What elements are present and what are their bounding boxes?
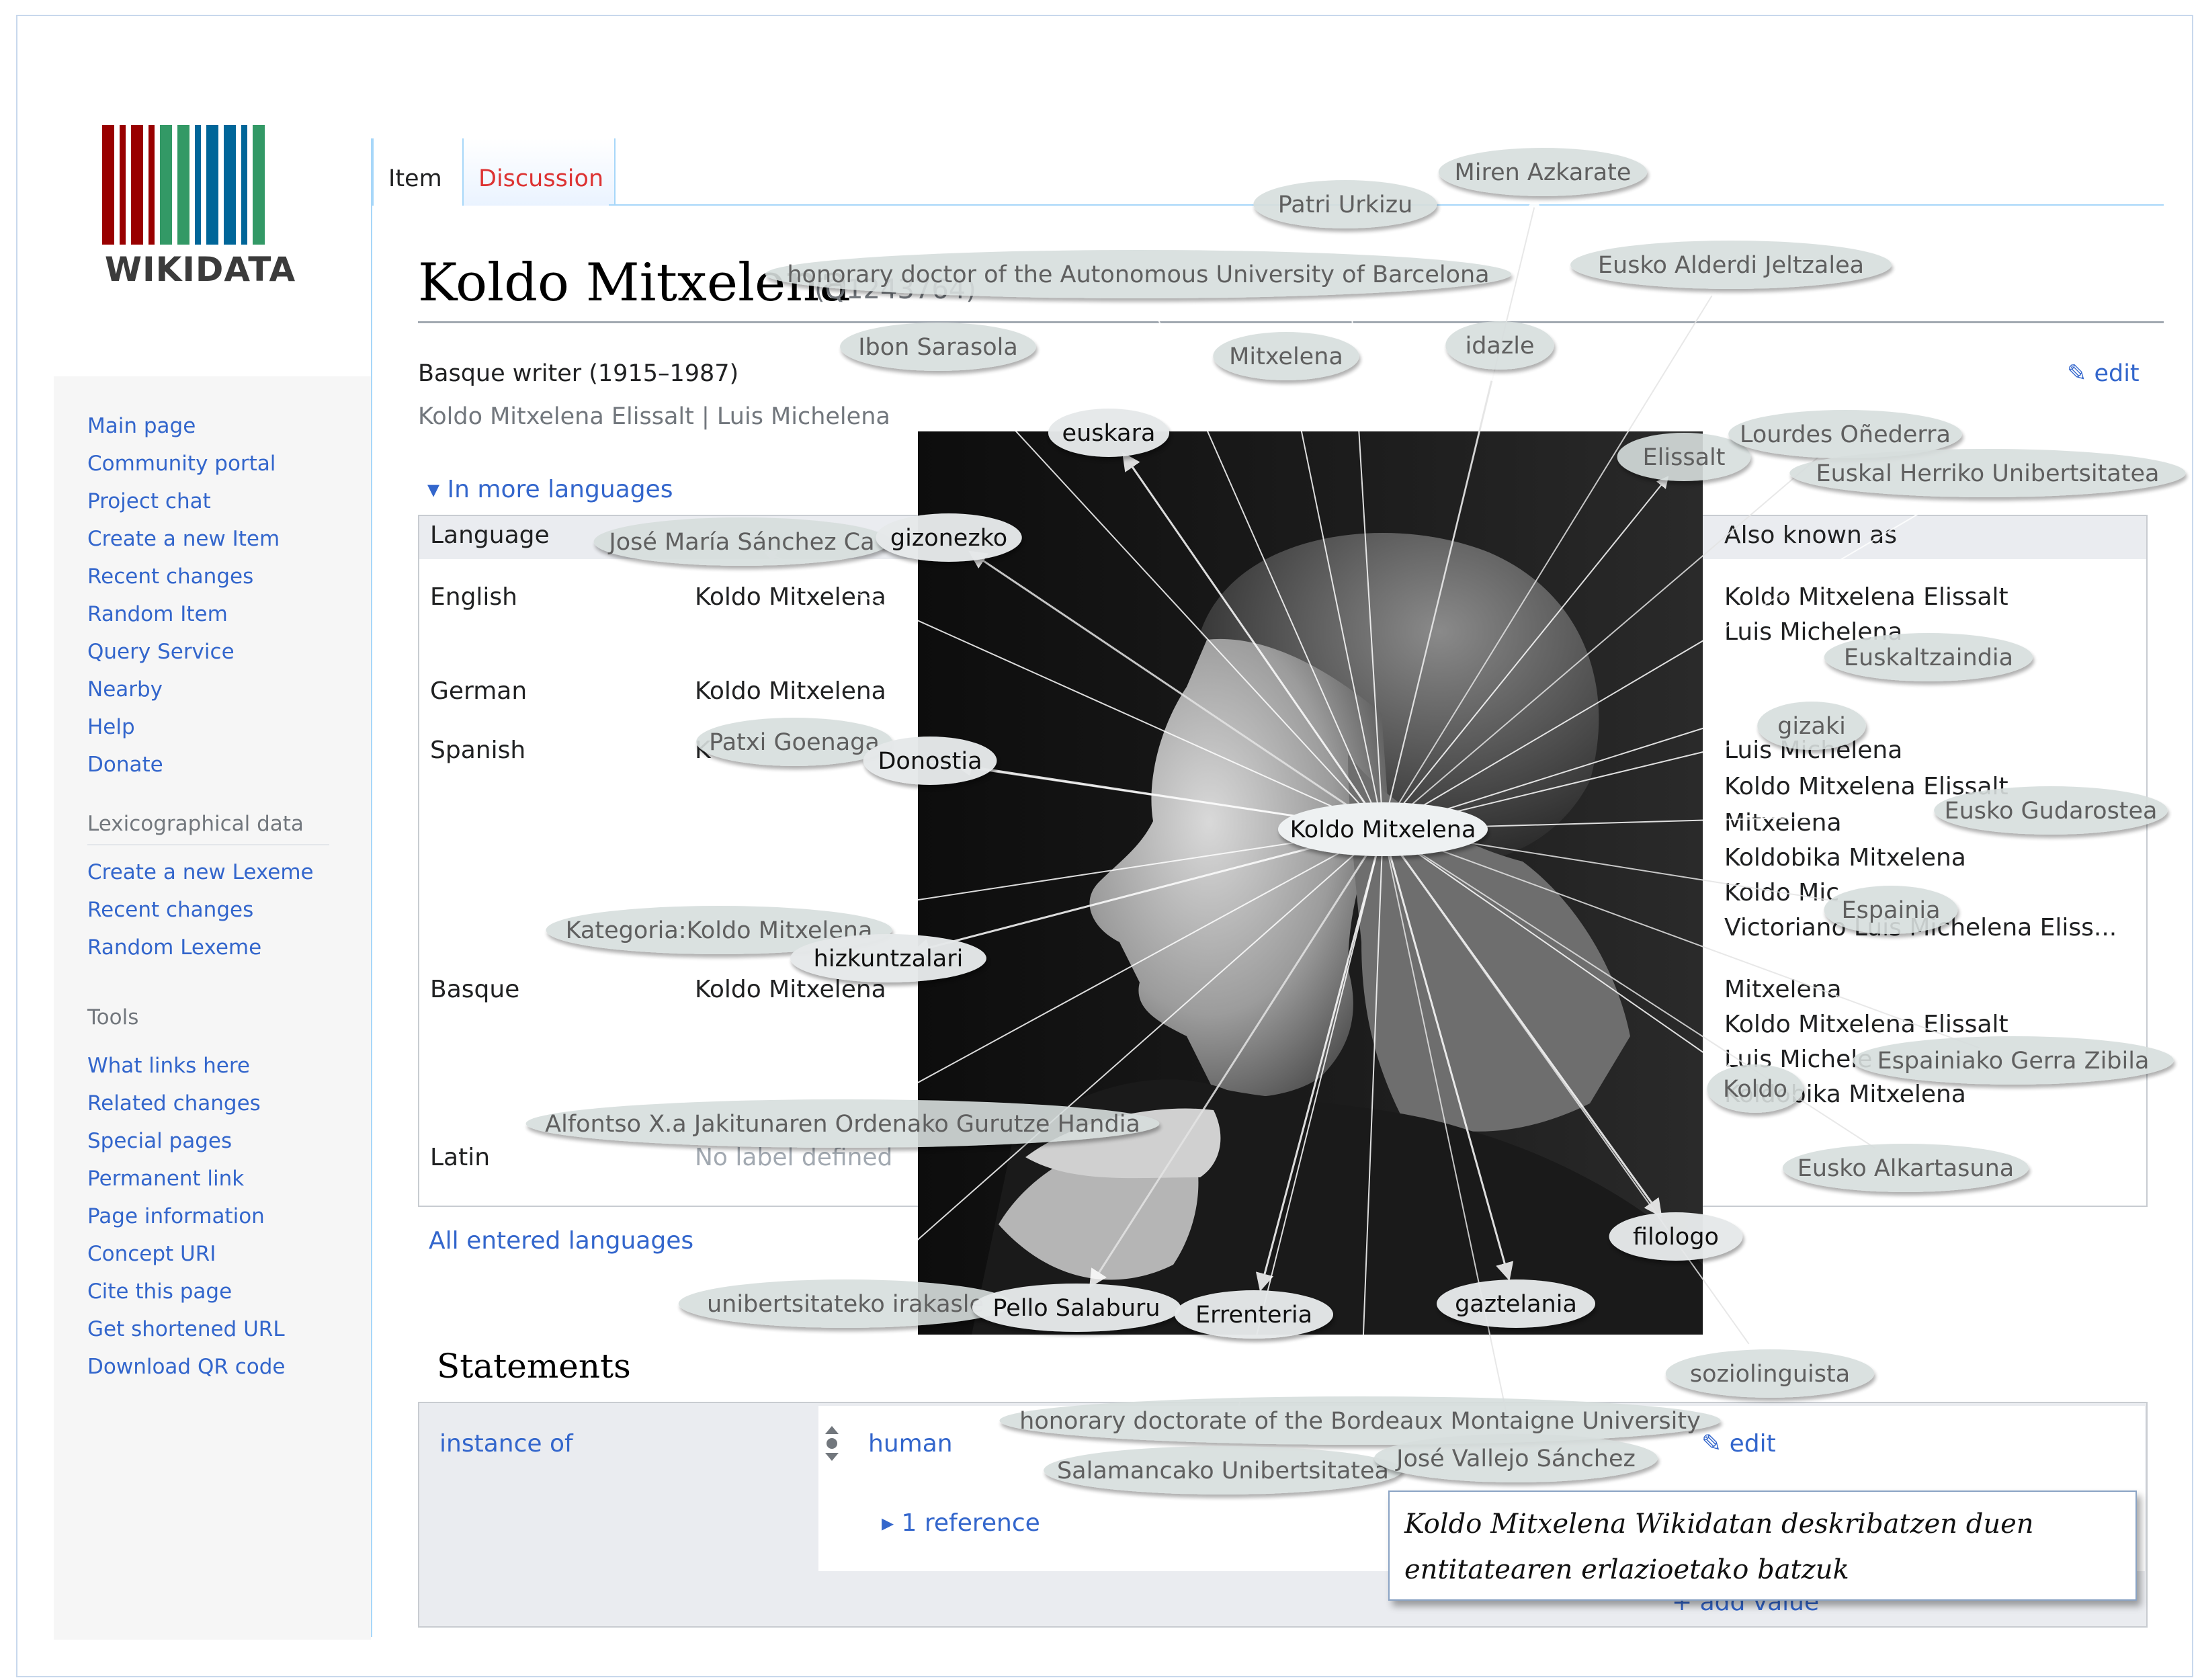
graph-node[interactable]: Pello Salaburu [972, 1284, 1181, 1332]
graph-node[interactable]: Errenteria [1175, 1290, 1333, 1339]
graph-node-label: Patxi Goenaga [709, 729, 880, 756]
relations-graph: Miren Azkarate Patri Urkizu honorary docto… [525, 148, 2186, 1495]
graph-edge [1382, 829, 1886, 1155]
graph-node[interactable]: Ibon Sarasola [840, 323, 1036, 371]
graph-node-label: honorary doctor of the Autonomous Univer… [787, 261, 1489, 288]
graph-node-label: Miren Azkarate [1455, 159, 1632, 186]
graph-edge [1382, 829, 1736, 1075]
graph-node-label: gizaki [1777, 713, 1846, 740]
graph-node-label: Euskal Herriko Unibertsitatea [1816, 460, 2159, 487]
graph-node-label: Espainiako Gerra Zibila [1877, 1048, 2150, 1075]
graph-node[interactable]: gizaki [1757, 702, 1866, 750]
graph-node-label: José María Sánchez Ca [607, 529, 874, 556]
graph-node[interactable]: honorary doctor of the Autonomous Univer… [765, 250, 1512, 298]
graph-node-label: idazle [1465, 333, 1534, 360]
graph-node[interactable]: Mitxelena [1213, 332, 1359, 380]
graph-node-label: Alfontso X.a Jakitunaren Ordenako Gurutz… [545, 1111, 1140, 1138]
graph-node-label: honorary doctorate of the Bordeaux Monta… [1019, 1408, 1701, 1435]
graph-node[interactable]: Patri Urkizu [1253, 180, 1437, 228]
graph-node-label: unibertsitateko irakasle [707, 1291, 984, 1318]
graph-node[interactable]: unibertsitateko irakasle [678, 1279, 1013, 1328]
graph-node[interactable]: euskara [1048, 409, 1170, 457]
graph-node-label: Euskaltzaindia [1844, 644, 2013, 671]
graph-edge [1382, 285, 1718, 830]
graph-edge [1382, 829, 1991, 1054]
graph-node-label: Koldo [1723, 1076, 1787, 1103]
graph-node[interactable]: gaztelania [1437, 1279, 1595, 1328]
graph-node-label: gaztelania [1455, 1291, 1577, 1318]
graph-node[interactable]: filologo [1609, 1212, 1743, 1261]
graph-edge [1089, 829, 1384, 1288]
graph-node[interactable]: Patxi Goenaga [696, 718, 892, 766]
graph-node-label: Lourdes Oñederra [1740, 421, 1951, 448]
graph-node[interactable]: Espainia [1824, 886, 1958, 934]
graph-node-label: Errenteria [1195, 1302, 1312, 1329]
graph-node[interactable]: hizkuntzalari [790, 934, 986, 982]
graph-edge [764, 550, 1384, 830]
graph-edge [1255, 829, 1384, 1292]
graph-edge [1382, 450, 1827, 830]
graph-node[interactable]: Eusko Alkartasuna [1782, 1144, 2029, 1192]
graph-node[interactable]: Eusko Gudarostea [1934, 786, 2168, 835]
graph-center-node: Koldo Mitxelena [1278, 802, 1488, 856]
graph-node-label: José Vallejo Sánchez [1395, 1445, 1636, 1472]
graph-edge [1355, 829, 1384, 1396]
graph-node[interactable]: Elissalt [1617, 433, 1751, 481]
graph-node[interactable]: Espainiako Gerra Zibila [1853, 1036, 2174, 1085]
graph-node[interactable]: José Vallejo Sánchez [1374, 1434, 1658, 1482]
graph-edge [968, 550, 1384, 831]
figure-caption: Koldo Mitxelena Wikidatan deskribatzen d… [1388, 1490, 2137, 1601]
graph-node-label: Espainia [1841, 897, 1940, 924]
graph-node-label: Eusko Alkartasuna [1797, 1155, 2014, 1182]
graph-node-label: soziolinguista [1690, 1361, 1850, 1388]
graph-node-label: Pello Salaburu [992, 1295, 1160, 1322]
graph-edge [1382, 829, 1514, 1282]
graph-node-label: hizkuntzalari [814, 946, 964, 972]
graph-center-label: Koldo Mitxelena [1290, 816, 1476, 843]
graph-node-label: filologo [1633, 1224, 1719, 1251]
graph-node[interactable]: José María Sánchez Ca [593, 517, 890, 566]
graph-node[interactable]: honorary doctorate of the Bordeaux Monta… [999, 1396, 1721, 1445]
graph-node-label: Mitxelena [1229, 343, 1343, 370]
graph-node[interactable]: idazle [1445, 321, 1554, 370]
graph-node-label: Elissalt [1643, 444, 1726, 471]
graph-node[interactable]: Koldo [1707, 1064, 1804, 1113]
graph-node[interactable]: Alfontso X.a Jakitunaren Ordenako Gurutz… [525, 1099, 1160, 1148]
graph-node-label: euskara [1062, 420, 1156, 447]
graph-node-label: Salamancako Unibertsitatea [1057, 1458, 1389, 1484]
graph-node-label: Patri Urkizu [1278, 192, 1413, 218]
graph-node[interactable]: Euskaltzaindia [1824, 633, 2033, 681]
graph-node-label: Eusko Gudarostea [1944, 798, 2157, 825]
graph-node[interactable]: Miren Azkarate [1438, 148, 1648, 196]
graph-node-label: gizonezko [890, 525, 1007, 552]
graph-node[interactable]: Euskal Herriko Unibertsitatea [1789, 449, 2186, 497]
graph-node[interactable]: Donostia [863, 737, 997, 785]
graph-node[interactable]: Eusko Alderdi Jeltzalea [1570, 241, 1892, 289]
graph-edge [1226, 829, 1384, 1447]
graph-node-label: Donostia [878, 748, 982, 775]
graph-node-label: Ibon Sarasola [858, 334, 1018, 361]
graph-node-label: Eusko Alderdi Jeltzalea [1598, 252, 1864, 279]
graph-node[interactable]: Salamancako Unibertsitatea [1044, 1446, 1402, 1495]
graph-node[interactable]: gizonezko [876, 513, 1022, 562]
graph-node[interactable]: soziolinguista [1665, 1349, 1875, 1398]
graph-edge [954, 364, 1384, 830]
